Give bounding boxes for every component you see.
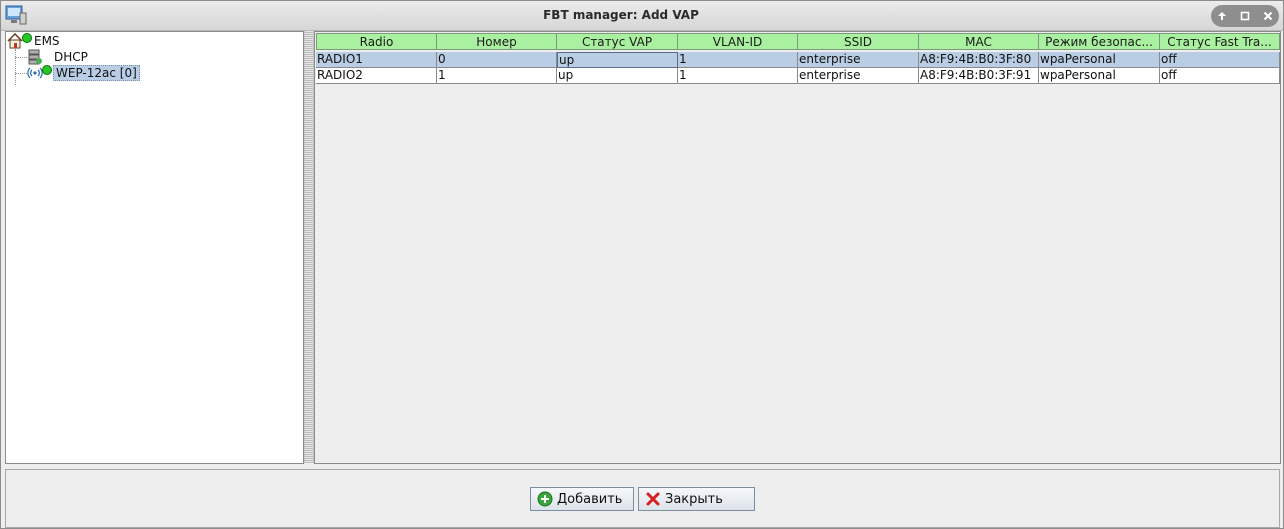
- tree-node-label: EMS: [34, 34, 60, 48]
- home-icon: [7, 33, 23, 49]
- table-cell[interactable]: up: [557, 68, 678, 84]
- table-cell[interactable]: 0: [437, 52, 557, 68]
- close-button-label: Закрыть: [665, 491, 723, 507]
- button-bar: Добавить Закрыть: [5, 469, 1280, 528]
- device-tree[interactable]: EMS DHCP WEP-12ac [0]: [5, 31, 304, 464]
- close-button[interactable]: Закрыть: [638, 487, 755, 511]
- column-header-mac[interactable]: MAC: [919, 33, 1039, 50]
- table-row[interactable]: RADIO2 1 up 1 enterprise A8:F9:4B:B0:3F:…: [316, 68, 1280, 84]
- table-cell[interactable]: up: [557, 52, 678, 68]
- window-controls: [1211, 5, 1279, 27]
- add-button[interactable]: Добавить: [530, 487, 634, 511]
- tree-node-ems[interactable]: EMS: [6, 33, 206, 49]
- tree-node-wep-12ac[interactable]: WEP-12ac [0]: [6, 65, 206, 81]
- close-icon: [1263, 11, 1272, 21]
- title-bar[interactable]: FBT manager: Add VAP: [1, 1, 1283, 31]
- vap-table[interactable]: Radio Номер Статус VAP VLAN-ID SSID MAC …: [314, 31, 1281, 464]
- plus-icon: [537, 491, 553, 507]
- column-header-vlan-id[interactable]: VLAN-ID: [678, 33, 798, 50]
- table-cell[interactable]: wpaPersonal: [1039, 52, 1160, 68]
- table-header: Radio Номер Статус VAP VLAN-ID SSID MAC …: [316, 33, 1280, 51]
- maximize-button[interactable]: [1237, 8, 1253, 24]
- column-header-vap-status[interactable]: Статус VAP: [557, 33, 678, 50]
- table-cell[interactable]: 1: [678, 52, 798, 68]
- column-header-number[interactable]: Номер: [437, 33, 557, 50]
- column-header-ssid[interactable]: SSID: [798, 33, 919, 50]
- column-header-fast-transition[interactable]: Статус Fast Tra...: [1160, 33, 1280, 50]
- tree-node-label: WEP-12ac [0]: [53, 65, 140, 81]
- tree-node-dhcp[interactable]: DHCP: [6, 49, 206, 65]
- status-online-icon: [22, 33, 32, 43]
- add-button-label: Добавить: [557, 491, 623, 507]
- arrow-up-icon: [1218, 12, 1227, 20]
- tree-node-label: DHCP: [54, 50, 88, 64]
- table-cell[interactable]: enterprise: [798, 68, 919, 84]
- app-window: FBT manager: Add VAP EMS DHCP WEP-12ac […: [0, 0, 1284, 529]
- column-header-security-mode[interactable]: Режим безопас...: [1039, 33, 1160, 50]
- table-cell[interactable]: 1: [678, 68, 798, 84]
- table-cell[interactable]: A8:F9:4B:B0:3F:80: [919, 52, 1039, 68]
- column-header-radio[interactable]: Radio: [316, 33, 437, 50]
- wifi-ap-icon: [27, 67, 43, 79]
- table-cell[interactable]: RADIO1: [316, 52, 437, 68]
- table-row[interactable]: RADIO1 0 up 1 enterprise A8:F9:4B:B0:3F:…: [316, 52, 1280, 68]
- table-cell[interactable]: RADIO2: [316, 68, 437, 84]
- close-icon: [645, 491, 661, 507]
- keep-above-button[interactable]: [1214, 8, 1230, 24]
- table-cell[interactable]: off: [1160, 68, 1280, 84]
- table-cell[interactable]: 1: [437, 68, 557, 84]
- table-cell[interactable]: A8:F9:4B:B0:3F:91: [919, 68, 1039, 84]
- maximize-icon: [1240, 11, 1250, 21]
- table-cell[interactable]: enterprise: [798, 52, 919, 68]
- panel-splitter[interactable]: [304, 31, 314, 463]
- server-icon: [28, 49, 42, 65]
- window-title: FBT manager: Add VAP: [543, 8, 699, 22]
- status-online-icon: [42, 65, 52, 75]
- close-window-button[interactable]: [1260, 8, 1276, 24]
- table-cell[interactable]: off: [1160, 52, 1280, 68]
- table-cell[interactable]: wpaPersonal: [1039, 68, 1160, 84]
